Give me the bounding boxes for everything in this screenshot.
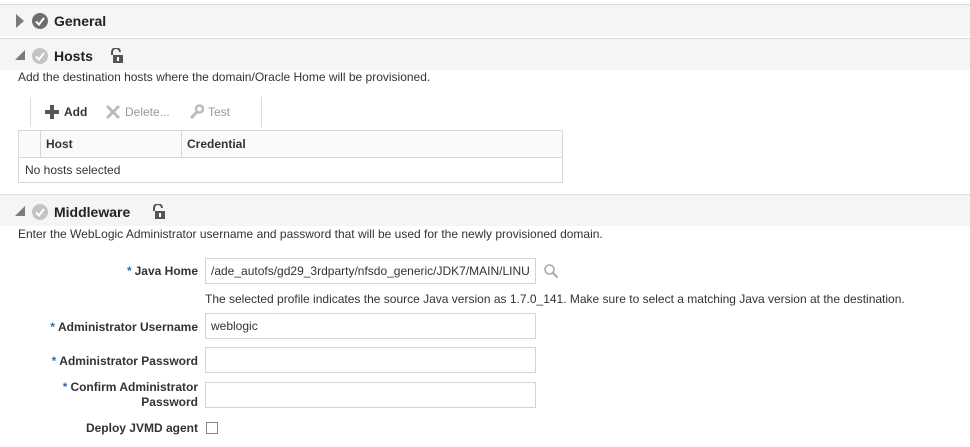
hosts-section-header[interactable]: Hosts xyxy=(0,38,970,70)
test-label: Test xyxy=(208,105,231,119)
required-marker: * xyxy=(126,264,132,278)
plus-icon xyxy=(45,105,59,119)
add-host-button[interactable]: Add xyxy=(44,104,87,120)
section-pending-check-icon xyxy=(32,204,48,220)
deploy-jvmd-label: Deploy JVMD agent xyxy=(85,421,198,435)
add-label: Add xyxy=(64,105,88,119)
admin-password-label: * Administrator Password xyxy=(51,354,198,368)
section-pending-check-icon xyxy=(32,48,48,64)
section-complete-check-icon xyxy=(32,13,48,29)
collapse-triangle-icon[interactable] xyxy=(15,206,25,216)
column-divider xyxy=(181,131,182,157)
confirm-password-label: * Confirm Administrator Password xyxy=(62,380,198,409)
hosts-table: Host Credential No hosts selected xyxy=(18,130,563,183)
general-section-title: General xyxy=(54,13,107,29)
required-marker: * xyxy=(51,354,57,368)
admin-password-input[interactable] xyxy=(205,347,536,373)
unlock-icon[interactable] xyxy=(109,48,125,64)
admin-username-input[interactable] xyxy=(205,313,536,339)
expand-triangle-icon[interactable] xyxy=(16,14,24,28)
java-home-label: * Java Home xyxy=(126,264,198,278)
wrench-icon xyxy=(189,104,204,120)
java-version-hint: The selected profile indicates the sourc… xyxy=(205,292,905,306)
middleware-description: Enter the WebLogic Administrator usernam… xyxy=(18,227,603,241)
java-home-input[interactable] xyxy=(205,258,536,284)
general-section-header[interactable]: General xyxy=(0,4,970,36)
required-marker: * xyxy=(62,380,68,394)
deploy-jvmd-checkbox[interactable] xyxy=(206,422,218,434)
table-header-row: Host Credential xyxy=(19,131,562,158)
test-host-button[interactable]: Test xyxy=(188,104,230,120)
delete-label: Delete... xyxy=(125,105,170,119)
credential-column-header[interactable]: Credential xyxy=(187,137,246,151)
delete-x-icon xyxy=(105,104,121,120)
search-icon[interactable] xyxy=(543,263,559,279)
admin-username-label: * Administrator Username xyxy=(50,320,198,334)
middleware-section-header[interactable]: Middleware xyxy=(0,194,970,226)
hosts-description: Add the destination hosts where the doma… xyxy=(18,70,431,84)
confirm-password-input[interactable] xyxy=(205,382,536,408)
host-column-header[interactable]: Host xyxy=(46,137,73,151)
required-marker: * xyxy=(50,320,55,334)
unlock-icon[interactable] xyxy=(151,204,167,220)
empty-table-message: No hosts selected xyxy=(25,163,121,177)
hosts-section-title: Hosts xyxy=(54,48,93,64)
collapse-triangle-icon[interactable] xyxy=(15,50,25,60)
row-selector-column xyxy=(19,131,41,157)
middleware-section-title: Middleware xyxy=(54,204,131,220)
delete-host-button[interactable]: Delete... xyxy=(105,104,170,120)
